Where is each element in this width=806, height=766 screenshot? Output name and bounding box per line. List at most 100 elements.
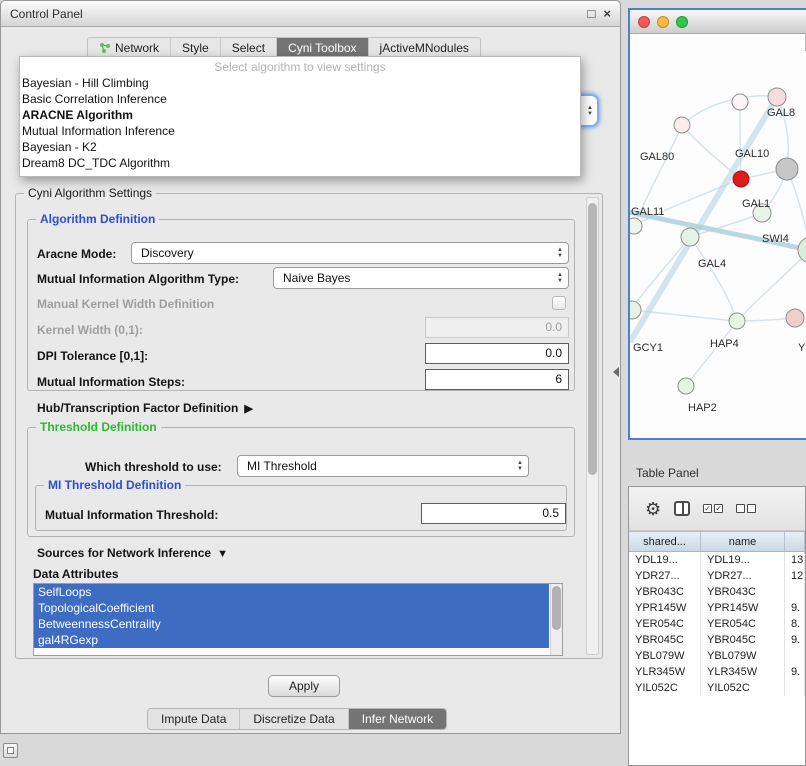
column-header[interactable]	[785, 532, 805, 551]
tab-network[interactable]: Network	[88, 38, 171, 58]
table-cell: YER054C	[701, 616, 785, 632]
algorithm-option[interactable]: Basic Correlation Inference	[20, 91, 580, 107]
checked-box-icon: ✓	[703, 504, 712, 513]
network-node-red[interactable]	[733, 171, 749, 187]
table-panel-title: Table Panel	[636, 466, 699, 480]
close-window-icon[interactable]: ×	[603, 7, 611, 20]
scrollbar-thumb[interactable]	[588, 203, 597, 475]
table-cell: YIL052C	[701, 680, 785, 696]
hub-definition-expander[interactable]: Hub/Transcription Factor Definition▶	[37, 401, 253, 415]
table-row[interactable]: YPR145W YPR145W 9.	[629, 600, 805, 616]
column-selector-icon[interactable]	[674, 501, 690, 516]
table-row[interactable]: YLR345W YLR345W 9.	[629, 664, 805, 680]
tab-jactivemnodules[interactable]: jActiveMNodules	[369, 38, 480, 58]
window-controls: □ ×	[588, 7, 611, 20]
node-label: SWI4	[762, 233, 789, 245]
algorithm-option[interactable]: Bayesian - K2	[20, 139, 580, 155]
table-panel-window: ⚙ ✓ ✓ shared... name YDL19... YDL19... 1…	[628, 486, 806, 766]
network-node[interactable]	[786, 309, 804, 327]
algorithm-option[interactable]: Mutual Information Inference	[20, 123, 580, 139]
table-row[interactable]: YDR27... YDR27... 12	[629, 568, 805, 584]
float-window-icon[interactable]: □	[588, 7, 596, 20]
mi-type-combo[interactable]: Naive Bayes ▲▼	[273, 267, 569, 289]
table-cell: YIL052C	[629, 680, 701, 696]
settings-scrollbar[interactable]	[586, 197, 599, 655]
node-label: GAL8	[767, 107, 795, 119]
chevron-down-icon: ▼	[217, 548, 228, 560]
split-pane-collapse-icon[interactable]	[613, 367, 619, 377]
tab-impute-data[interactable]: Impute Data	[148, 709, 240, 729]
table-row[interactable]: YER054C YER054C 8.	[629, 616, 805, 632]
scrollbar-thumb[interactable]	[552, 586, 561, 630]
tab-cyni-toolbox[interactable]: Cyni Toolbox	[277, 38, 368, 58]
network-node[interactable]	[678, 378, 694, 394]
close-traffic-icon[interactable]	[638, 16, 650, 28]
apply-button[interactable]: Apply	[268, 675, 340, 697]
table-cell: YPR145W	[629, 600, 701, 616]
tab-style[interactable]: Style	[171, 38, 221, 58]
network-node[interactable]	[732, 94, 748, 110]
table-row[interactable]: YIL052C YIL052C	[629, 680, 805, 696]
window-title: Control Panel	[10, 7, 83, 21]
table-row[interactable]: YBR043C YBR043C	[629, 584, 805, 600]
algorithm-option-selected[interactable]: ARACNE Algorithm	[20, 107, 580, 123]
network-node[interactable]	[674, 117, 690, 133]
manual-kernel-checkbox[interactable]	[552, 296, 566, 310]
aracne-mode-value: Discovery	[141, 246, 194, 260]
tab-label: Cyni Toolbox	[288, 41, 356, 55]
sources-label: Sources for Network Inference	[37, 546, 211, 560]
network-canvas[interactable]: GAL8 GAL80 GAL10 GAL11 GAL1 SWI4 GAL4 GC…	[630, 34, 806, 438]
table-header-row: shared... name	[629, 531, 805, 552]
minimize-traffic-icon[interactable]	[657, 16, 669, 28]
aracne-mode-label: Aracne Mode:	[37, 247, 116, 261]
network-window-titlebar[interactable]	[630, 10, 806, 34]
zoom-traffic-icon[interactable]	[676, 16, 688, 28]
dpi-tolerance-field[interactable]: 0.0	[425, 343, 569, 364]
algorithm-option[interactable]: Dream8 DC_TDC Algorithm	[20, 155, 580, 171]
restore-panel-icon[interactable]	[3, 743, 18, 758]
attribute-item[interactable]: gal4RGexp	[34, 632, 549, 648]
column-header[interactable]: name	[701, 532, 785, 551]
tab-label: Infer Network	[362, 712, 433, 726]
tab-infer-network[interactable]: Infer Network	[349, 709, 446, 729]
network-edge-thick	[630, 212, 806, 252]
network-node[interactable]	[729, 313, 745, 329]
table-cell: YER054C	[629, 616, 701, 632]
mi-steps-field[interactable]: 6	[425, 369, 569, 390]
aracne-mode-combo[interactable]: Discovery ▲▼	[131, 242, 569, 264]
tab-label: Discretize Data	[253, 712, 334, 726]
table-row[interactable]: YBR045C YBR045C 9.	[629, 632, 805, 648]
table-settings-gear-icon[interactable]: ⚙	[645, 500, 661, 518]
deselect-all-rows-icon[interactable]	[736, 504, 756, 513]
kernel-width-field[interactable]: 0.0	[425, 317, 569, 338]
column-header[interactable]: shared...	[629, 532, 701, 551]
table-cell: YLR345W	[701, 664, 785, 680]
algorithm-option[interactable]: Bayesian - Hill Climbing	[20, 75, 580, 91]
tab-discretize-data[interactable]: Discretize Data	[240, 709, 348, 729]
mi-threshold-field[interactable]: 0.5	[421, 503, 566, 524]
network-node[interactable]	[681, 228, 699, 246]
tab-select[interactable]: Select	[221, 38, 277, 58]
table-cell	[785, 584, 805, 600]
table-cell: YDR27...	[701, 568, 785, 584]
network-node[interactable]	[798, 237, 806, 263]
which-threshold-combo[interactable]: MI Threshold ▲▼	[237, 455, 529, 477]
attribute-item[interactable]: TopologicalCoefficient	[34, 600, 549, 616]
algorithm-dropdown-popup: Select algorithm to view settings Bayesi…	[19, 56, 581, 177]
network-view-window: GAL8 GAL80 GAL10 GAL11 GAL1 SWI4 GAL4 GC…	[628, 8, 806, 440]
network-node-gray[interactable]	[776, 158, 798, 180]
kernel-width-label: Kernel Width (0,1):	[37, 323, 143, 337]
sources-expander[interactable]: Sources for Network Inference ▼	[37, 546, 228, 560]
control-panel-titlebar[interactable]: Control Panel □ ×	[1, 1, 620, 27]
attribute-item[interactable]: BetweennessCentrality	[34, 616, 549, 632]
select-all-rows-icon[interactable]: ✓ ✓	[703, 504, 723, 513]
table-row[interactable]: YDL19... YDL19... 13	[629, 552, 805, 568]
network-node[interactable]	[630, 301, 641, 319]
attribute-list-scrollbar[interactable]	[550, 584, 562, 655]
attribute-item[interactable]: SelfLoops	[34, 584, 549, 600]
table-row[interactable]: YBL079W YBL079W	[629, 648, 805, 664]
table-cell: 12	[785, 568, 805, 584]
table-cell: YLR345W	[629, 664, 701, 680]
network-node[interactable]	[630, 218, 642, 234]
network-node[interactable]	[768, 88, 786, 106]
